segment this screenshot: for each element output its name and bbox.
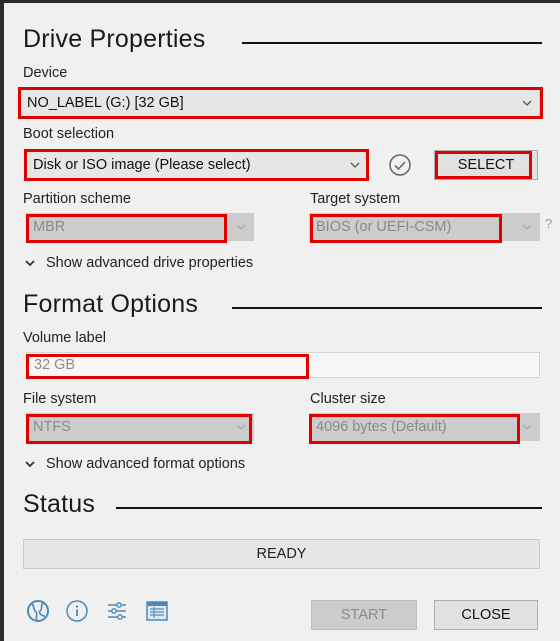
status-bar: READY <box>23 539 540 569</box>
section-divider <box>242 42 542 44</box>
device-value: NO_LABEL (G:) [32 GB] <box>27 95 184 111</box>
partition-scheme-value: MBR <box>33 219 66 235</box>
select-button[interactable]: SELECT <box>434 150 538 180</box>
check-hash-icon[interactable] <box>388 153 412 177</box>
chevron-down-icon <box>236 224 246 230</box>
device-dropdown[interactable]: NO_LABEL (G:) [32 GB] <box>20 89 540 117</box>
chevron-down-icon <box>25 260 35 267</box>
advanced-drive-toggle[interactable]: Show advanced drive properties <box>24 255 253 271</box>
chevron-down-icon <box>236 424 246 430</box>
boot-selection-label: Boot selection <box>23 126 115 142</box>
device-label: Device <box>23 65 68 81</box>
advanced-format-toggle[interactable]: Show advanced format options <box>24 456 245 472</box>
target-system-help[interactable]: ? <box>545 216 552 231</box>
volume-label-label: Volume label <box>23 330 107 346</box>
cluster-size-value: 4096 bytes (Default) <box>316 419 447 435</box>
status-title: Status <box>23 490 96 518</box>
target-system-label: Target system <box>310 191 401 207</box>
target-system-value: BIOS (or UEFI-CSM) <box>316 219 452 235</box>
boot-selection-dropdown[interactable]: Disk or ISO image (Please select) <box>26 151 368 179</box>
chevron-down-icon <box>350 162 360 168</box>
file-system-label: File system <box>23 391 97 407</box>
rufus-window: Drive Properties Device NO_LABEL (G:) [3… <box>4 3 560 641</box>
format-options-title: Format Options <box>23 290 199 318</box>
boot-selection-value: Disk or ISO image (Please select) <box>33 157 251 173</box>
drive-properties-title: Drive Properties <box>23 25 206 53</box>
info-icon[interactable] <box>65 599 89 623</box>
advanced-drive-label: Show advanced drive properties <box>46 255 254 271</box>
globe-icon[interactable] <box>26 599 50 623</box>
advanced-format-label: Show advanced format options <box>46 456 246 472</box>
section-divider <box>116 507 542 509</box>
close-button[interactable]: CLOSE <box>434 600 538 630</box>
file-system-dropdown[interactable]: NTFS <box>26 413 254 441</box>
chevron-down-icon <box>522 100 532 106</box>
section-divider <box>232 307 542 309</box>
chevron-down-icon <box>522 424 532 430</box>
log-icon[interactable] <box>145 599 169 623</box>
chevron-down-icon <box>25 461 35 468</box>
partition-scheme-dropdown[interactable]: MBR <box>26 213 254 241</box>
target-system-dropdown[interactable]: BIOS (or UEFI-CSM) <box>309 213 540 241</box>
cluster-size-label: Cluster size <box>310 391 386 407</box>
cluster-size-dropdown[interactable]: 4096 bytes (Default) <box>309 413 540 441</box>
volume-label-value: 32 GB <box>34 357 76 373</box>
start-button[interactable]: START <box>311 600 417 630</box>
settings-sliders-icon[interactable] <box>105 599 129 623</box>
volume-label-input[interactable]: 32 GB <box>26 352 540 378</box>
chevron-down-icon <box>522 224 532 230</box>
partition-scheme-label: Partition scheme <box>23 191 131 207</box>
file-system-value: NTFS <box>33 419 71 435</box>
